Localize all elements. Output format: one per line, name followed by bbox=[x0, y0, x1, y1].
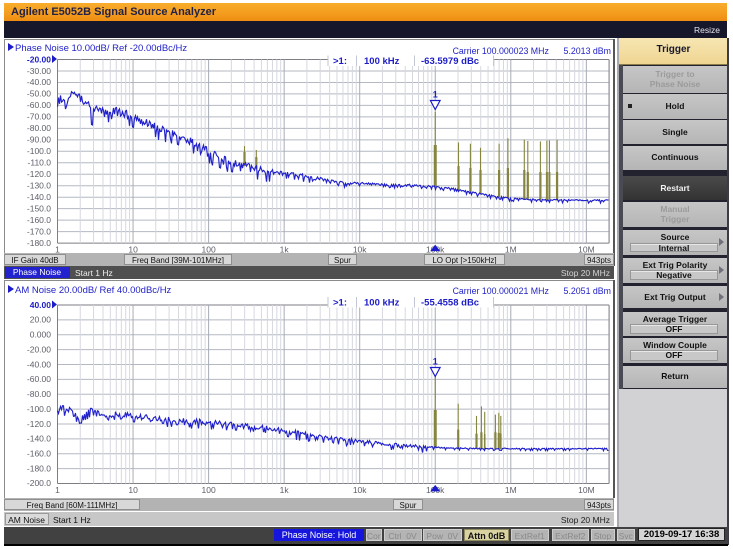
svg-text:10M: 10M bbox=[578, 485, 595, 495]
svg-text:10: 10 bbox=[128, 485, 138, 495]
svg-text:-50.00: -50.00 bbox=[27, 89, 51, 99]
svg-text:-90.00: -90.00 bbox=[27, 135, 51, 145]
svg-text:-160.0: -160.0 bbox=[27, 215, 51, 225]
svg-text:-130.0: -130.0 bbox=[27, 181, 51, 191]
svg-text:-150.0: -150.0 bbox=[27, 204, 51, 214]
svg-text:>1:: >1: bbox=[333, 56, 347, 67]
svg-text:-100.0: -100.0 bbox=[27, 404, 51, 414]
svg-text:20.00: 20.00 bbox=[30, 315, 52, 325]
svg-text:100: 100 bbox=[202, 485, 216, 495]
svg-text:100 kHz: 100 kHz bbox=[364, 298, 400, 309]
svg-text:-30.00: -30.00 bbox=[27, 66, 51, 76]
svg-text:-140.0: -140.0 bbox=[27, 434, 51, 444]
svg-text:-80.00: -80.00 bbox=[27, 123, 51, 133]
svg-text:-180.0: -180.0 bbox=[27, 238, 51, 248]
svg-text:-20.00: -20.00 bbox=[27, 344, 51, 354]
svg-text:0.000: 0.000 bbox=[30, 330, 52, 340]
svg-text:-60.00: -60.00 bbox=[27, 374, 51, 384]
svg-text:1k: 1k bbox=[280, 485, 290, 495]
svg-text:40.00: 40.00 bbox=[30, 300, 52, 310]
svg-text:-63.5979 dBc: -63.5979 dBc bbox=[421, 56, 479, 67]
svg-text:-20.00: -20.00 bbox=[27, 54, 51, 64]
svg-text:>1:: >1: bbox=[333, 298, 347, 309]
svg-text:-80.00: -80.00 bbox=[27, 389, 51, 399]
svg-text:-100.0: -100.0 bbox=[27, 146, 51, 156]
svg-text:-120.0: -120.0 bbox=[27, 419, 51, 429]
svg-text:10k: 10k bbox=[353, 485, 367, 495]
svg-text:-180.0: -180.0 bbox=[27, 463, 51, 473]
svg-text:-55.4558 dBc: -55.4558 dBc bbox=[421, 298, 479, 309]
svg-text:-40.00: -40.00 bbox=[27, 359, 51, 369]
svg-text:-200.0: -200.0 bbox=[27, 478, 51, 488]
svg-text:1: 1 bbox=[433, 357, 438, 367]
svg-text:100 kHz: 100 kHz bbox=[364, 56, 400, 67]
svg-text:-40.00: -40.00 bbox=[27, 77, 51, 87]
svg-text:-160.0: -160.0 bbox=[27, 449, 51, 459]
svg-text:-140.0: -140.0 bbox=[27, 192, 51, 202]
svg-text:1: 1 bbox=[55, 485, 60, 495]
svg-text:-70.00: -70.00 bbox=[27, 112, 51, 122]
svg-text:-120.0: -120.0 bbox=[27, 169, 51, 179]
svg-text:1: 1 bbox=[433, 90, 438, 100]
svg-text:1M: 1M bbox=[505, 485, 517, 495]
svg-text:-110.0: -110.0 bbox=[28, 158, 52, 168]
svg-text:-170.0: -170.0 bbox=[27, 226, 51, 236]
svg-text:-60.00: -60.00 bbox=[27, 100, 51, 110]
